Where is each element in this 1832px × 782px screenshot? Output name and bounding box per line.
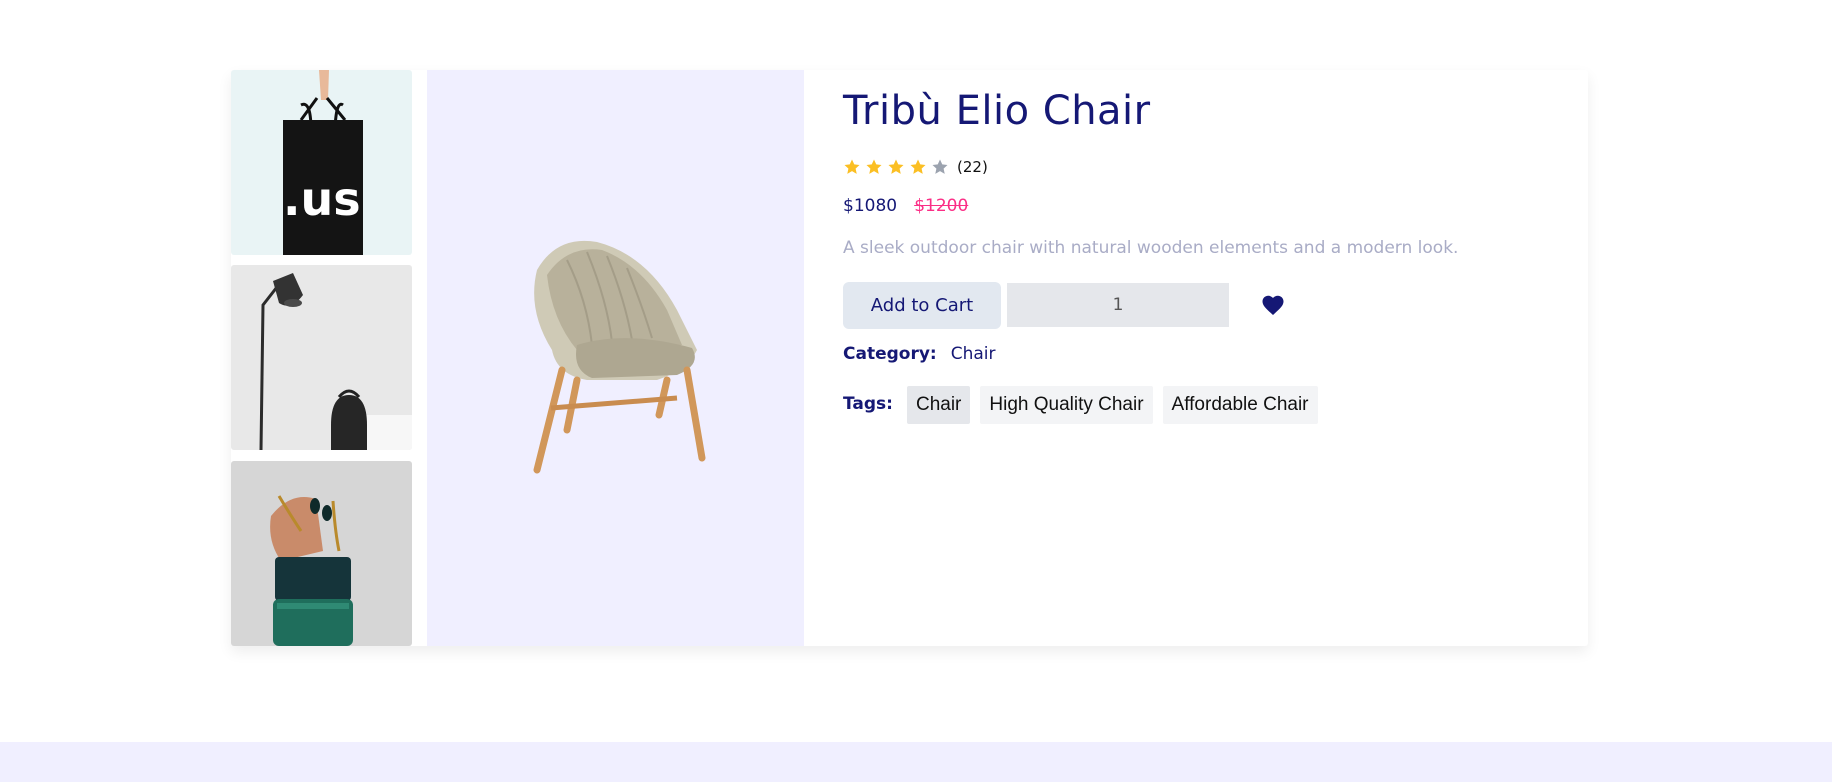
add-to-cart-button[interactable]: Add to Cart <box>843 282 1001 329</box>
star-empty-icon <box>932 159 948 174</box>
product-rating: (22) <box>843 158 988 176</box>
tag-chair[interactable]: Chair <box>906 386 971 424</box>
heart-icon[interactable] <box>1261 294 1285 316</box>
chair-illustration <box>533 240 706 474</box>
category-label: Category: <box>843 344 937 364</box>
star-icon <box>888 159 904 174</box>
star-icon <box>910 159 926 174</box>
tag-high-quality-chair[interactable]: High Quality Chair <box>980 386 1153 424</box>
star-icon <box>866 159 882 174</box>
price-row: $1080 $1200 <box>843 196 968 216</box>
quantity-input[interactable] <box>1007 283 1229 327</box>
category-row: Category: Chair <box>843 344 996 364</box>
star-icon <box>844 159 860 174</box>
product-title: Tribù Elio Chair <box>843 88 1151 134</box>
footer-band <box>0 742 1832 782</box>
thumbnail-lamp[interactable] <box>231 265 412 450</box>
original-price: $1200 <box>914 196 969 216</box>
thumbnail-handbag[interactable] <box>231 461 412 646</box>
tag-affordable-chair[interactable]: Affordable Chair <box>1162 386 1318 424</box>
thumbnail-text: .us <box>283 172 361 226</box>
rating-count: (22) <box>957 158 988 176</box>
current-price: $1080 <box>843 196 898 216</box>
product-description: A sleek outdoor chair with natural woode… <box>843 238 1459 258</box>
tags-label: Tags: <box>843 394 893 414</box>
tags-row: Tags: Chair High Quality Chair Affordabl… <box>843 386 1328 424</box>
product-card: .us Tribù Elio Chair (22) $1080 $1200 A … <box>231 70 1588 646</box>
category-link[interactable]: Chair <box>951 344 996 364</box>
main-product-image <box>427 70 804 646</box>
thumbnail-tote-bag[interactable]: .us <box>231 70 412 255</box>
